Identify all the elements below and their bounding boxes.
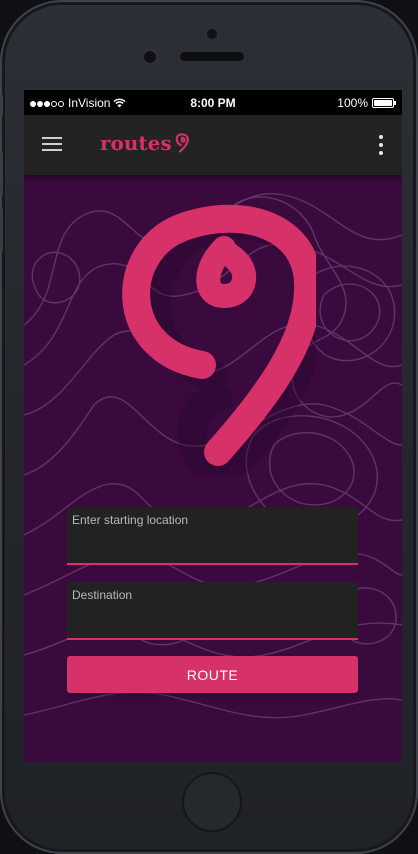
home-button[interactable]: [182, 772, 242, 832]
battery-percent: 100%: [337, 96, 368, 110]
volume-down-button: [0, 208, 3, 252]
battery-level: [374, 100, 392, 106]
earpiece-speaker: [180, 52, 244, 61]
proximity-sensor: [207, 29, 217, 39]
mute-switch: [0, 94, 3, 116]
route-pin-logo-icon: [175, 133, 189, 153]
app-title: routes: [100, 131, 172, 155]
battery-icon: [372, 98, 396, 108]
front-camera: [144, 51, 156, 63]
volume-up-button: [0, 152, 3, 196]
start-location-field[interactable]: Enter starting location: [67, 507, 358, 565]
app-bar: routes: [24, 115, 402, 175]
destination-input[interactable]: [72, 608, 353, 632]
destination-field[interactable]: Destination: [67, 582, 358, 640]
more-vert-icon[interactable]: [376, 135, 386, 157]
app-logo: routes: [100, 131, 190, 155]
route-pin-hero-icon: [122, 204, 316, 475]
start-location-label: Enter starting location: [72, 513, 189, 527]
start-location-input[interactable]: [72, 533, 353, 557]
phone-frame: InVision 8:00 PM 100% routes Enter start…: [0, 0, 418, 854]
hamburger-menu-icon[interactable]: [42, 137, 64, 153]
destination-label: Destination: [72, 588, 133, 602]
status-bar: InVision 8:00 PM 100%: [24, 90, 402, 115]
status-right: 100%: [337, 96, 396, 110]
route-button[interactable]: ROUTE: [67, 656, 358, 693]
screen: InVision 8:00 PM 100% routes Enter start…: [24, 90, 402, 762]
